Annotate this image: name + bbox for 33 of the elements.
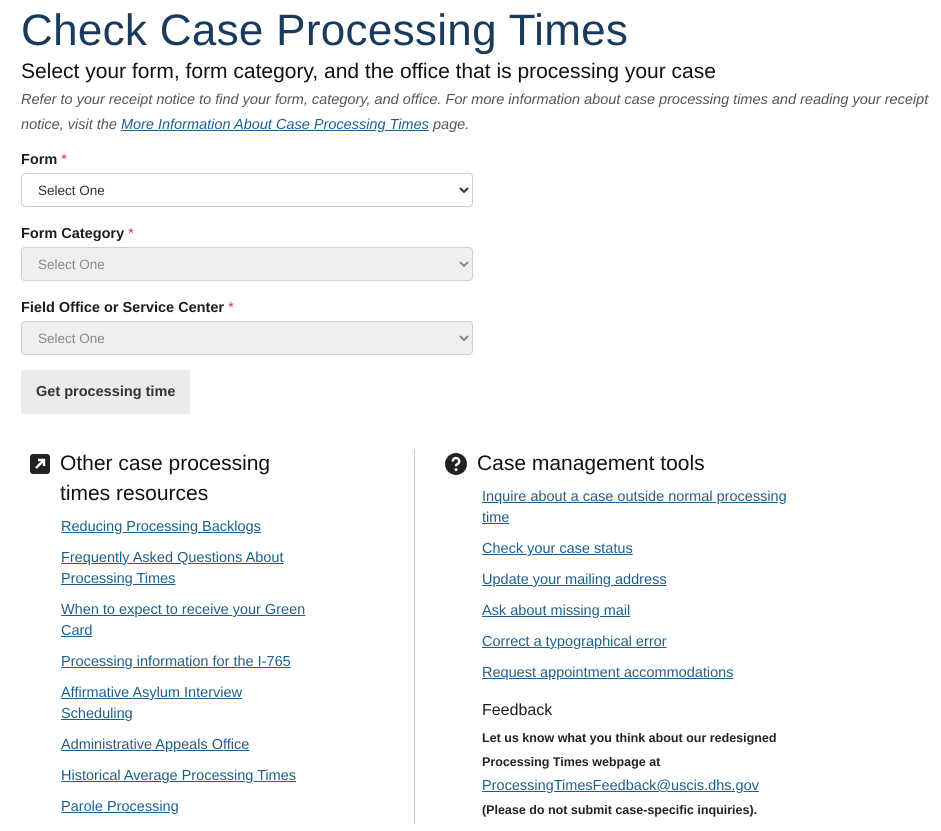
resource-link[interactable]: Processing information for the I-765: [61, 652, 291, 673]
resource-link[interactable]: Reducing Processing Backlogs: [61, 517, 261, 538]
resource-link[interactable]: Affirmative Asylum Interview Scheduling: [61, 683, 311, 725]
page-title: Check Case Processing Times: [21, 5, 630, 57]
required-mark: *: [228, 300, 234, 316]
intro-text: Refer to your receipt notice to find your form, category, and office. For more information about case processing times and reading your receipt notice, visit the More Information About Case Processing Times page.: [21, 91, 929, 135]
feedback-text: Let us know what you think about our redesigned Processing Times webpage at ProcessingTimesFeedback@uscis.dhs.gov (Please do not submit case-specific inquiries).: [482, 730, 778, 819]
info-link[interactable]: More Information About Case Processing Times: [120, 117, 429, 133]
tool-link[interactable]: Request appointment accommodations: [482, 663, 734, 684]
tool-link[interactable]: Ask about missing mail: [482, 601, 630, 622]
resource-link[interactable]: Historical Average Processing Times: [61, 766, 296, 787]
field-label: Form Category: [21, 226, 124, 242]
required-mark: *: [61, 152, 67, 168]
tool-link[interactable]: Inquire about a case outside normal processing time: [482, 487, 796, 529]
resource-link[interactable]: Parole Processing: [61, 797, 179, 818]
field-label: Form: [21, 152, 58, 168]
select-field[interactable]: Select One: [21, 173, 473, 207]
tool-link[interactable]: Correct a typographical error: [482, 632, 667, 653]
help-icon: [445, 453, 467, 475]
section-heading: Case management tools: [477, 451, 706, 477]
submit-button[interactable]: Get processing time: [21, 370, 190, 414]
section-heading: Other case processing times resources: [60, 451, 272, 507]
resource-link[interactable]: Administrative Appeals Office: [61, 735, 250, 756]
email-link[interactable]: ProcessingTimesFeedback@uscis.dhs.gov: [482, 774, 759, 798]
resource-link[interactable]: Frequently Asked Questions About Processing Times: [61, 548, 311, 590]
field-label: Field Office or Service Center: [21, 300, 224, 316]
external-link-icon: [30, 454, 50, 474]
tool-link[interactable]: Update your mailing address: [482, 570, 667, 591]
page-subtitle: Select your form, form category, and the office that is processing your case: [21, 59, 717, 85]
feedback-heading: Feedback: [482, 702, 554, 720]
tool-link[interactable]: Check your case status: [482, 539, 633, 560]
required-mark: *: [128, 226, 134, 242]
resource-link[interactable]: When to expect to receive your Green Card: [61, 600, 311, 642]
